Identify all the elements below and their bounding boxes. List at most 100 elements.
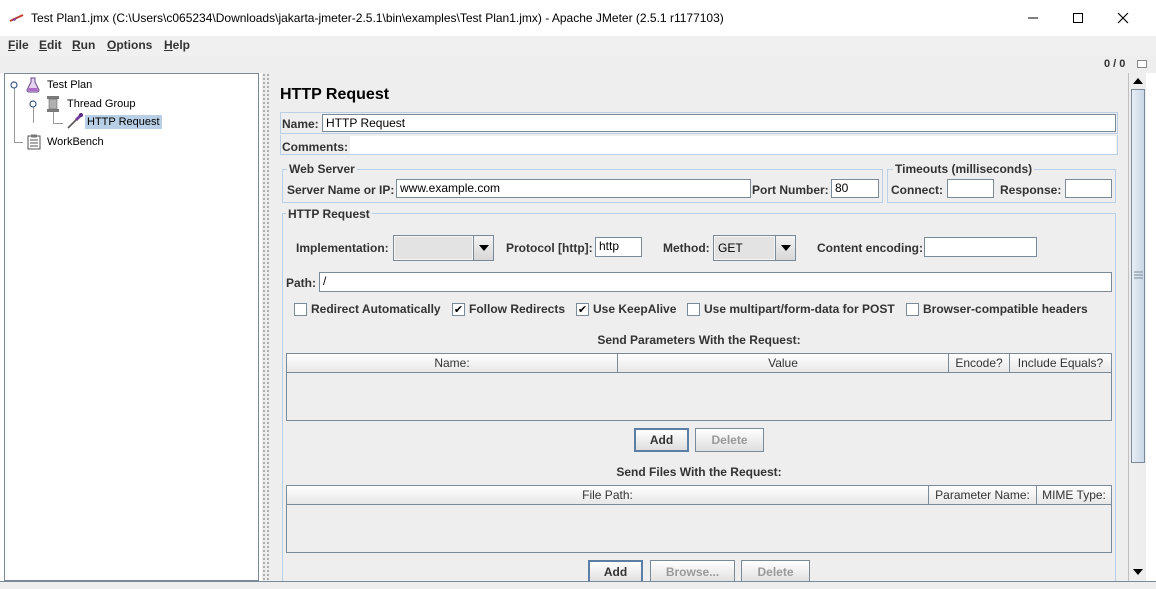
http-request-panel: HTTP Request Name: HTTP Request Comments…	[270, 73, 1128, 581]
tree-item-thread-group[interactable]: Thread Group	[67, 98, 135, 110]
column-header-mime-type[interactable]: MIME Type:	[1037, 486, 1111, 505]
multipart-checkbox[interactable]: Use multipart/form-data for POST	[687, 302, 895, 316]
protocol-label: Protocol [http]:	[506, 241, 593, 255]
chevron-down-icon	[478, 245, 489, 251]
title-bar: Test Plan1.jmx (C:\Users\c065234\Downloa…	[0, 0, 1156, 36]
connect-field[interactable]	[947, 179, 994, 198]
maximize-button[interactable]	[1055, 0, 1101, 36]
flask-icon	[26, 77, 40, 93]
name-field[interactable]: HTTP Request	[322, 114, 1116, 132]
response-field[interactable]	[1065, 179, 1112, 198]
scroll-thumb[interactable]	[1131, 89, 1145, 463]
params-add-button[interactable]: Add	[634, 428, 689, 452]
timeouts-title: Timeouts (milliseconds)	[893, 162, 1035, 176]
tree-item-test-plan[interactable]: Test Plan	[47, 79, 92, 91]
column-header-parameter-name[interactable]: Parameter Name:	[929, 486, 1037, 505]
pipette-icon	[67, 113, 83, 129]
params-title: Send Parameters With the Request:	[597, 333, 801, 347]
checkbox-label: Use KeepAlive	[593, 302, 677, 316]
use-keepalive-checkbox[interactable]: ✔ Use KeepAlive	[576, 302, 676, 316]
error-indicator[interactable]	[1137, 60, 1147, 68]
menu-file[interactable]: File	[8, 38, 29, 52]
checkbox-label: Follow Redirects	[469, 302, 566, 316]
encoding-label: Content encoding:	[817, 241, 923, 255]
tree-line	[33, 107, 34, 123]
grip-icon	[1134, 271, 1143, 279]
browser-compatible-checkbox[interactable]: Browser-compatible headers	[906, 302, 1088, 316]
implementation-value	[394, 236, 473, 260]
column-header-encode[interactable]: Encode?	[949, 354, 1010, 373]
redirect-automatically-checkbox[interactable]: Redirect Automatically	[294, 302, 441, 316]
server-label: Server Name or IP:	[287, 183, 395, 197]
follow-redirects-checkbox[interactable]: ✔ Follow Redirects	[452, 302, 565, 316]
column-header-value[interactable]: Value	[618, 354, 949, 373]
maximize-icon	[1073, 13, 1083, 23]
window-bottom-border	[0, 581, 1156, 589]
spool-icon	[47, 96, 59, 112]
files-browse-button[interactable]: Browse...	[650, 560, 735, 581]
minimize-icon	[1028, 17, 1038, 19]
column-header-include-equals[interactable]: Include Equals?	[1010, 354, 1111, 373]
port-field[interactable]: 80	[831, 179, 879, 198]
http-request-group-title: HTTP Request	[286, 207, 372, 221]
checkbox-label: Browser-compatible headers	[923, 302, 1088, 316]
files-title: Send Files With the Request:	[616, 465, 782, 479]
clipboard-icon	[27, 134, 41, 150]
test-plan-tree[interactable]: Test Plan Thread Group HTTP Request Work…	[4, 73, 259, 581]
tree-item-http-request[interactable]: HTTP Request	[85, 115, 162, 129]
column-header-file-path[interactable]: File Path:	[287, 486, 929, 505]
window-title: Test Plan1.jmx (C:\Users\c065234\Downloa…	[31, 11, 724, 25]
scroll-up-icon[interactable]	[1132, 77, 1144, 85]
tree-line	[14, 88, 15, 142]
split-pane-divider[interactable]	[262, 73, 270, 581]
server-field[interactable]: www.example.com	[396, 179, 751, 198]
expand-handle-icon[interactable]	[9, 80, 19, 90]
panel-title: HTTP Request	[280, 86, 390, 103]
menu-bar: File Edit Run Options Help	[0, 36, 1156, 56]
expand-handle-icon[interactable]	[28, 99, 38, 109]
path-field[interactable]: /	[319, 272, 1112, 292]
protocol-field[interactable]: http	[595, 237, 642, 257]
menu-run[interactable]: Run	[72, 38, 95, 52]
checkmark-icon: ✔	[576, 302, 589, 316]
files-table[interactable]: File Path: Parameter Name: MIME Type:	[286, 485, 1112, 553]
thread-counter: 0 / 0	[1104, 58, 1126, 70]
status-strip: 0 / 0	[0, 56, 1156, 73]
menu-options[interactable]: Options	[107, 38, 152, 52]
menu-edit[interactable]: Edit	[39, 38, 62, 52]
params-delete-button[interactable]: Delete	[695, 428, 764, 452]
implementation-dropdown-arrow[interactable]	[473, 236, 493, 260]
tree-line	[53, 123, 63, 124]
files-add-button[interactable]: Add	[588, 560, 643, 581]
response-label: Response:	[1000, 183, 1062, 197]
scroll-down-icon[interactable]	[1132, 568, 1144, 576]
minimize-button[interactable]	[1010, 0, 1056, 36]
method-value: GET	[714, 236, 775, 260]
checkbox-label: Redirect Automatically	[311, 302, 441, 316]
column-header-name[interactable]: Name:	[287, 354, 618, 373]
close-icon	[1117, 12, 1129, 24]
checkbox-box	[294, 302, 307, 316]
implementation-select[interactable]	[393, 235, 494, 261]
web-server-title: Web Server	[287, 162, 357, 176]
checkbox-label: Use multipart/form-data for POST	[704, 302, 895, 316]
path-label: Path:	[286, 276, 316, 290]
encoding-field[interactable]	[924, 237, 1037, 257]
method-dropdown-arrow[interactable]	[775, 236, 795, 260]
checkmark-icon: ✔	[452, 302, 465, 316]
tree-item-workbench[interactable]: WorkBench	[47, 136, 104, 148]
comments-field[interactable]	[350, 136, 1116, 154]
connect-label: Connect:	[891, 183, 943, 197]
params-table[interactable]: Name: Value Encode? Include Equals?	[286, 353, 1112, 421]
checkbox-box	[687, 302, 700, 316]
name-label: Name:	[282, 117, 319, 131]
close-button[interactable]	[1100, 0, 1146, 36]
jmeter-feather-icon	[9, 14, 24, 22]
files-delete-button[interactable]: Delete	[741, 560, 810, 581]
menu-help[interactable]: Help	[164, 38, 190, 52]
chevron-down-icon	[780, 245, 791, 251]
implementation-label: Implementation:	[296, 241, 389, 255]
vertical-scrollbar[interactable]	[1128, 73, 1146, 581]
port-label: Port Number:	[752, 183, 829, 197]
method-select[interactable]: GET	[713, 235, 796, 261]
